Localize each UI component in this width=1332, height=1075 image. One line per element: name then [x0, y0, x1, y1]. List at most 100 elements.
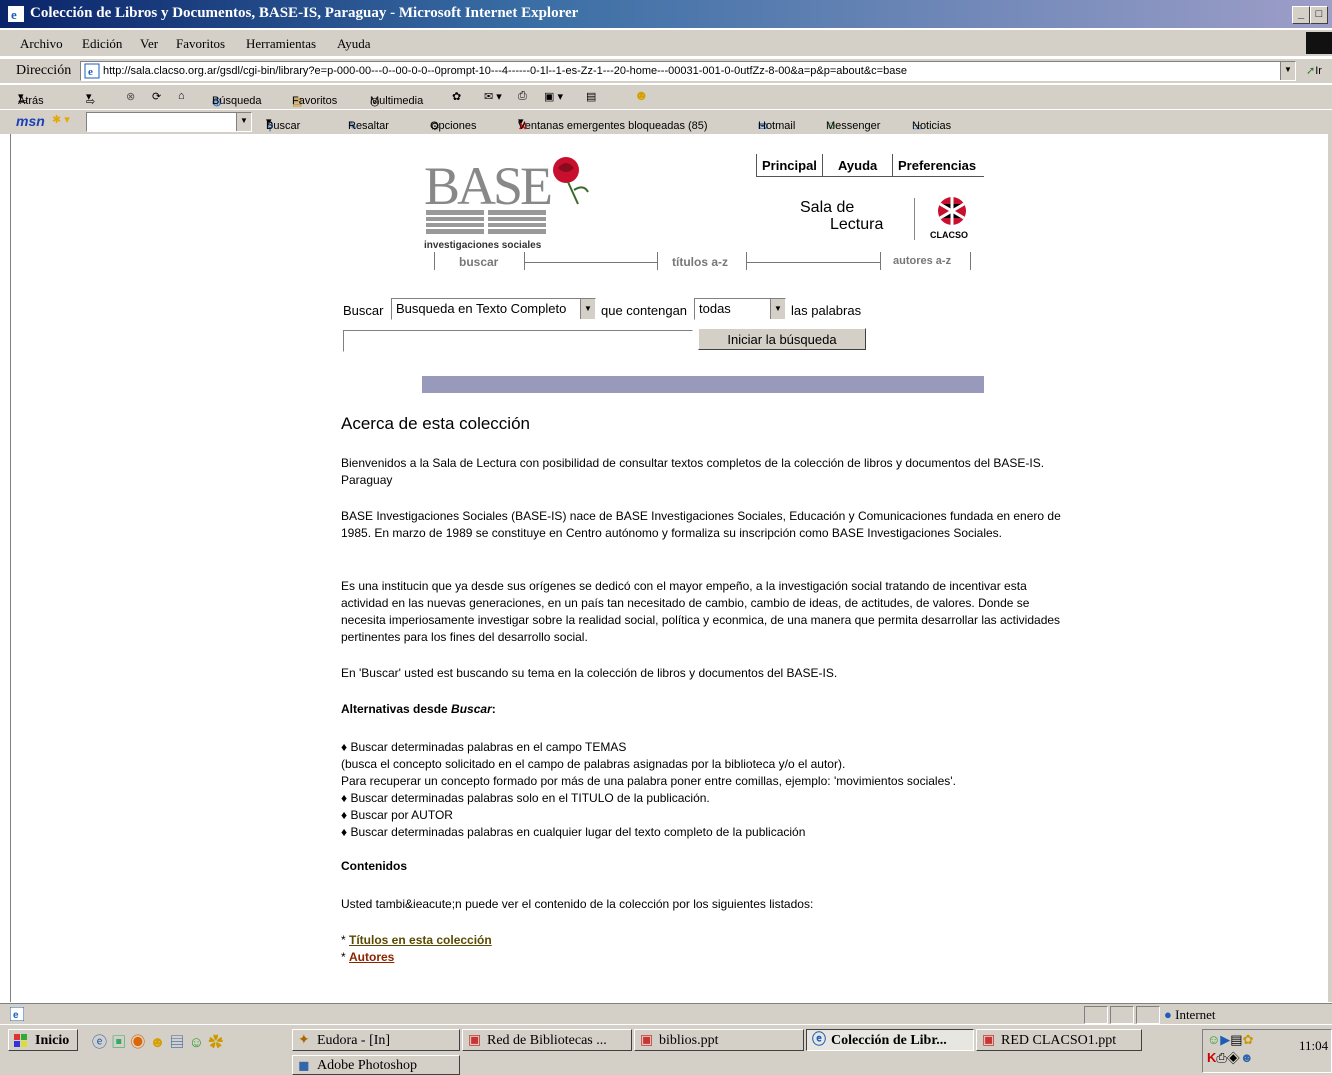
msn-search-input[interactable]: ▼ [86, 112, 252, 132]
msn-logo[interactable]: msn [16, 113, 45, 129]
nav-titulos[interactable]: títulos a-z [672, 255, 728, 269]
search-mode-select[interactable]: todas ▼ [694, 298, 786, 320]
separator-bar [422, 376, 984, 393]
mail-icon[interactable]: ✉ ▾ [484, 90, 502, 103]
vertical-scrollbar[interactable] [1328, 134, 1332, 1002]
popup-blocker-button[interactable]: ✕ Ventanas emergentes bloqueadas (85) ▾ [518, 115, 708, 133]
nav-sep [880, 252, 881, 270]
stop-icon[interactable]: ⊗ [126, 90, 135, 103]
menu-edicion[interactable]: Edición [82, 36, 122, 52]
svg-text:e: e [11, 7, 17, 22]
edit-icon[interactable]: ▣ ▾ [544, 90, 563, 103]
address-input[interactable]: e http://sala.clacso.org.ar/gsdl/cgi-bin… [80, 61, 1296, 81]
nav-preferencias[interactable]: Preferencias [898, 158, 976, 173]
start-search-button[interactable]: Iniciar la búsqueda [698, 328, 866, 350]
go-arrow-icon: ➚ [1306, 65, 1316, 77]
clock: 11:04 [1299, 1038, 1329, 1053]
messenger-quicklaunch-icon[interactable]: ☺ [189, 1034, 204, 1051]
history-icon[interactable]: ✿ [452, 90, 461, 103]
clacso-logo-text: CLACSO [930, 230, 968, 240]
tray-icons-row2: K⎙◈☻ [1207, 1050, 1254, 1066]
go-button[interactable]: ➚Ir [1306, 64, 1322, 77]
taskbar-eudora[interactable]: ✦ Eudora - [In] [292, 1029, 460, 1051]
msn-search-dropdown[interactable]: ▼ [236, 113, 251, 131]
start-button[interactable]: Inicio [8, 1029, 78, 1051]
desktop-icon[interactable]: ▤ [170, 1034, 185, 1051]
print-icon[interactable]: ⎙ [518, 90, 527, 103]
menu-herramientas[interactable]: Herramientas [246, 36, 316, 52]
system-tray: ☺▶▤✿ K⎙◈☻ 11:04 [1202, 1029, 1332, 1073]
titles-link[interactable]: Títulos en esta colección [349, 933, 492, 947]
authors-link[interactable]: Autores [349, 950, 394, 964]
svg-text:e: e [88, 66, 93, 78]
media-quicklaunch-icon[interactable]: ✿ [208, 1034, 223, 1051]
page-viewport [10, 134, 1329, 1002]
sala-divider [914, 198, 915, 240]
taskbar-red-bibliotecas[interactable]: ▣ Red de Bibliotecas ... [462, 1029, 632, 1051]
svg-text:e: e [13, 1010, 19, 1021]
status-pane [1136, 1006, 1160, 1024]
globe-icon: ● [1164, 1007, 1172, 1022]
messenger-tray-icon[interactable]: ☺ [1207, 1032, 1220, 1047]
powerpoint-icon: ▣ [640, 1033, 654, 1048]
powerpoint-icon: ▣ [982, 1033, 996, 1048]
msn-search-button[interactable]: ⚲ Buscar ▾ [266, 115, 300, 133]
smiley-icon[interactable]: ☻ [634, 87, 649, 103]
ie-quicklaunch-icon[interactable]: ⓔ [92, 1034, 107, 1051]
search-type-select[interactable]: Busqueda en Texto Completo ▼ [391, 298, 596, 320]
quick-launch: ⓔ ▣ ◉ ☻ ▤ ☺ ✿ [92, 1031, 223, 1052]
network-tray-icon[interactable]: ▤ [1230, 1032, 1242, 1047]
paragraph-search-info: En 'Buscar' usted est buscando su tema e… [341, 666, 838, 680]
powerpoint-icon: ▣ [468, 1033, 482, 1048]
search-query-input[interactable] [343, 330, 693, 352]
nav-buscar[interactable]: buscar [459, 255, 498, 269]
taskbar-coleccion[interactable]: ⓔ Colección de Libr... [806, 1029, 974, 1051]
update-tray-icon[interactable]: ✿ [1243, 1032, 1254, 1047]
taskbar-red-clacso[interactable]: ▣ RED CLACSO1.ppt [976, 1029, 1142, 1051]
home-icon[interactable]: ⌂ [178, 90, 185, 102]
smiley-quicklaunch-icon[interactable]: ☻ [150, 1034, 166, 1051]
zone-indicator: ● Internet [1164, 1007, 1216, 1022]
menu-archivo[interactable]: Archivo [20, 36, 63, 52]
rose-icon [553, 157, 589, 205]
printer-tray-icon[interactable]: ⎙ [1216, 1050, 1226, 1065]
nav-principal[interactable]: Principal [762, 158, 817, 173]
nav-sep [746, 252, 747, 270]
nav-ayuda[interactable]: Ayuda [838, 158, 877, 173]
search-mode-value: todas [699, 301, 731, 316]
antivirus-tray-icon[interactable]: K [1207, 1050, 1216, 1065]
forward-arrow-icon: ⇨ [86, 96, 96, 108]
outlook-icon[interactable]: ▣ [111, 1034, 126, 1051]
maximize-button[interactable]: □ [1310, 6, 1328, 24]
status-bar: e ● Internet [0, 1003, 1332, 1024]
nav-autores[interactable]: autores a-z [893, 255, 951, 267]
list-item: ♦ Buscar determinadas palabras en cualqu… [341, 825, 806, 839]
taskbar-photoshop[interactable]: ◼ Adobe Photoshop [292, 1055, 460, 1075]
window-title-bar[interactable]: e Colección de Libros y Documentos, BASE… [0, 0, 1332, 28]
nav-sep [524, 252, 525, 270]
menu-ver[interactable]: Ver [140, 36, 158, 52]
nav-sep [434, 252, 435, 270]
back-button[interactable]: ⇦ Atrás ▾ [18, 90, 44, 108]
contents-text: Usted tambi&ieacute;n puede ver el conte… [341, 897, 814, 911]
msn-butterfly-icon: ✱ ▾ [52, 114, 70, 126]
address-label: Dirección [16, 63, 72, 78]
base-logo[interactable]: BASE investigaciones sociales [424, 154, 594, 254]
search-type-dropdown[interactable]: ▼ [580, 299, 595, 319]
minimize-button[interactable]: _ [1292, 6, 1310, 24]
discuss-icon[interactable]: ▤ [586, 90, 596, 103]
address-dropdown-button[interactable]: ▼ [1280, 62, 1295, 80]
refresh-icon[interactable]: ⟳ [152, 90, 161, 103]
volume-tray-icon[interactable]: ◈ [1227, 1050, 1240, 1065]
forward-button[interactable]: ⇨ ▾ [86, 90, 95, 108]
menu-favoritos[interactable]: Favoritos [176, 36, 225, 52]
media-tray-icon[interactable]: ▶ [1220, 1032, 1230, 1047]
search-mode-dropdown[interactable]: ▼ [770, 299, 785, 319]
las-palabras-label: las palabras [791, 303, 862, 318]
menu-ayuda[interactable]: Ayuda [337, 36, 370, 52]
paragraph-welcome: Bienvenidos a la Sala de Lectura con pos… [341, 456, 1045, 487]
taskbar-biblios-ppt[interactable]: ▣ biblios.ppt [634, 1029, 804, 1051]
list-item: ♦ Buscar determinadas palabras en el cam… [341, 740, 627, 754]
firefox-icon[interactable]: ◉ [130, 1034, 145, 1051]
users-tray-icon[interactable]: ☻ [1240, 1050, 1254, 1065]
